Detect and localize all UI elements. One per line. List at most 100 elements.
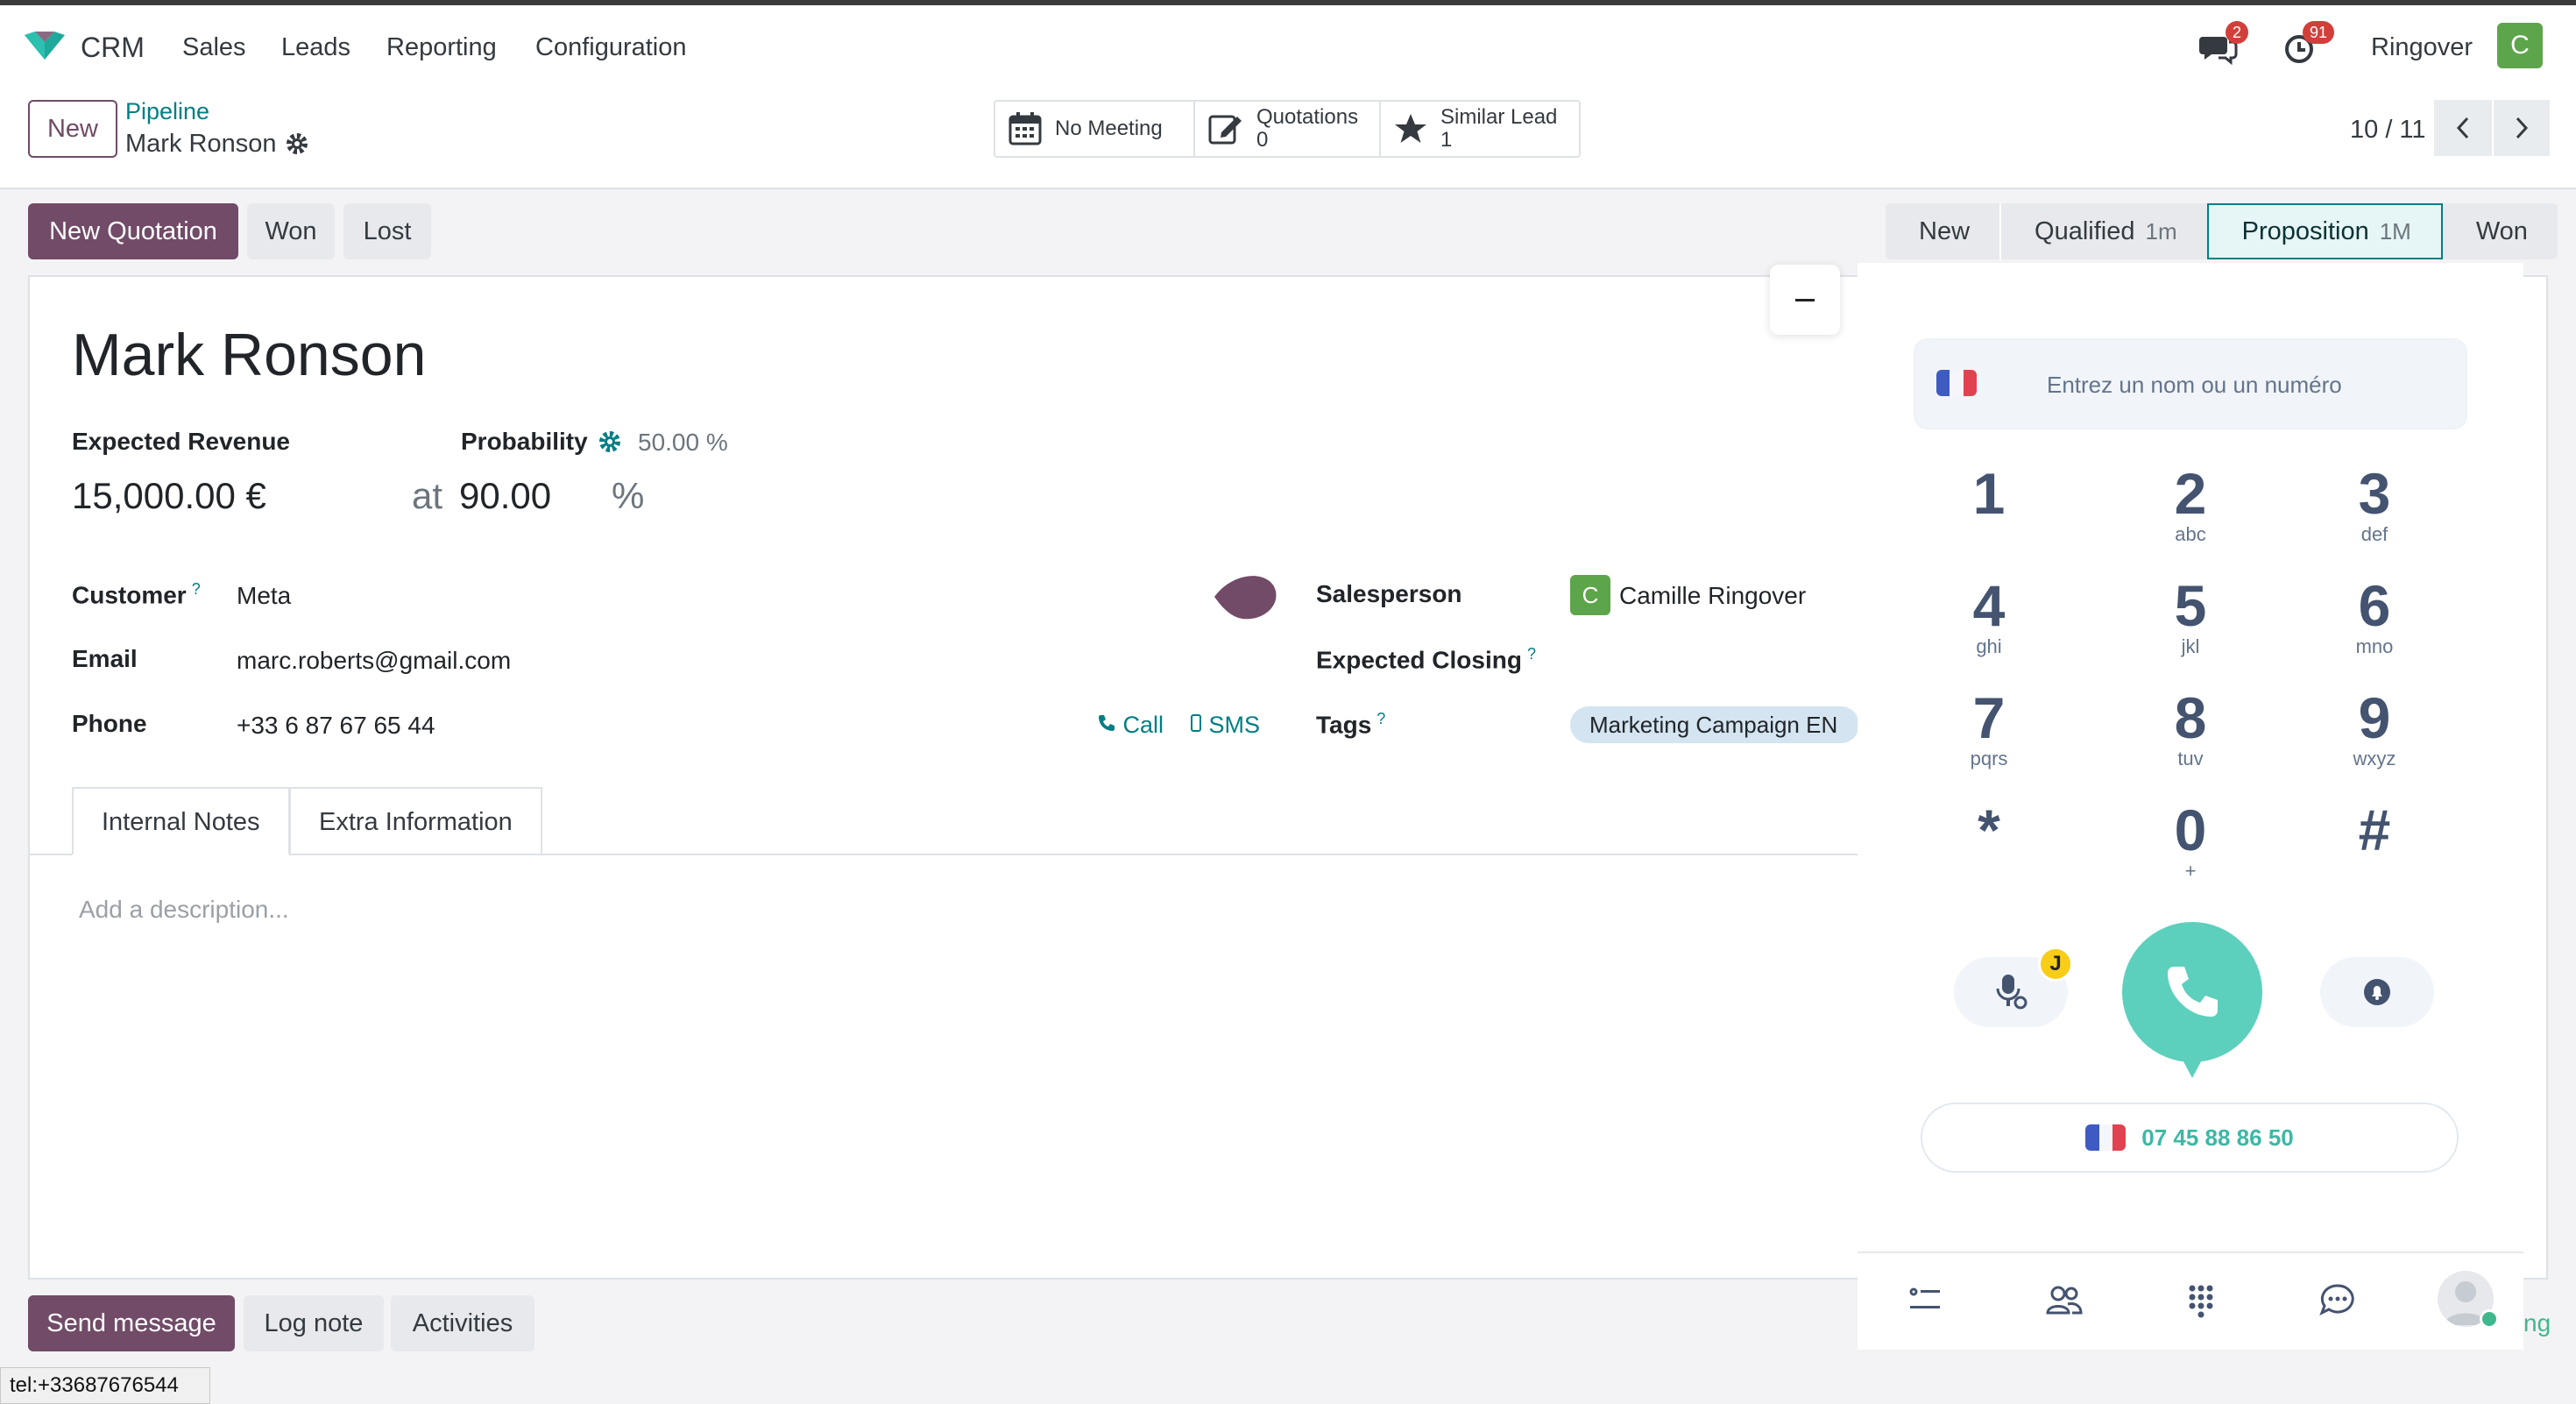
probability-gear-icon[interactable] [598, 429, 622, 454]
new-quotation-button[interactable]: New Quotation [28, 203, 238, 259]
probability-field[interactable]: 90.00 [459, 475, 551, 517]
mark-lost-button[interactable]: Lost [343, 203, 431, 259]
similar-lead-smart-button[interactable]: Similar Lead 1 [1381, 102, 1579, 156]
dial-key-hash[interactable]: # [2304, 799, 2445, 861]
customer-label: Customer? [72, 580, 201, 609]
stage-won-label: Won [2475, 217, 2528, 245]
stage-proposition-time: 1M [2379, 218, 2411, 245]
france-flag-icon[interactable] [1936, 370, 1977, 396]
user-name[interactable]: Ringover [2371, 33, 2473, 62]
tab-internal-notes[interactable]: Internal Notes [72, 787, 290, 855]
call-link[interactable]: Call [1097, 712, 1164, 739]
call-list-icon[interactable] [1907, 1281, 1945, 1320]
lead-title[interactable]: Mark Ronson [72, 321, 426, 389]
sms-label: SMS [1208, 712, 1261, 738]
menu-sales[interactable]: Sales [182, 33, 246, 62]
mobile-icon [1191, 714, 1201, 732]
stage-new[interactable]: New [1886, 203, 2000, 259]
priority-icon[interactable] [1213, 571, 1277, 622]
salesperson-field[interactable]: Camille Ringover [1619, 582, 1806, 610]
stage-statusbar: New Qualified 1m Proposition 1M Won [1886, 203, 2558, 259]
menu-leads[interactable]: Leads [281, 33, 350, 62]
new-record-button[interactable]: New [28, 100, 117, 158]
sms-link[interactable]: SMS [1190, 712, 1260, 739]
menu-reporting[interactable]: Reporting [386, 33, 497, 62]
activities-button[interactable]: Activities [391, 1295, 534, 1351]
dialer-search-input[interactable]: Entrez un nom ou un numéro [1914, 338, 2467, 429]
control-panel: New Pipeline Mark Ronson No Meeting Quot… [0, 86, 2576, 189]
description-field[interactable]: Add a description... [79, 896, 289, 924]
chevron-right-icon [2516, 117, 2529, 139]
star-icon [1395, 114, 1426, 143]
email-field[interactable]: marc.roberts@gmail.com [237, 647, 511, 675]
dialer-minimize-button[interactable] [1770, 265, 1840, 335]
bell-icon [2364, 979, 2390, 1005]
customer-field[interactable]: Meta [237, 582, 291, 610]
pager-previous-button[interactable] [2434, 100, 2492, 156]
chevron-left-icon [2456, 117, 2469, 139]
online-status-dot [2480, 1309, 2499, 1329]
phone-call-icon [2168, 967, 2218, 1017]
caller-number-selector[interactable]: 07 45 88 86 50 [1921, 1103, 2459, 1173]
app-name[interactable]: CRM [81, 32, 145, 64]
stage-won[interactable]: Won [2442, 203, 2558, 259]
dial-key-7[interactable]: 7 pqrs [1919, 687, 2059, 769]
dial-key-0[interactable]: 0 + [2120, 799, 2261, 882]
salesperson-label: Salesperson [1316, 580, 1462, 607]
expected-revenue-field[interactable]: 15,000.00 € [72, 475, 266, 517]
notifications-button[interactable] [2320, 957, 2434, 1027]
stage-qualified-label: Qualified [2035, 217, 2135, 245]
gear-icon[interactable] [285, 131, 309, 156]
mic-badge: J [2038, 947, 2073, 982]
log-note-button[interactable]: Log note [244, 1295, 384, 1351]
similar-lead-count: 1 [1440, 128, 1453, 152]
main-navbar: CRM Sales Leads Reporting Configuration … [0, 5, 2576, 86]
quotations-label: Quotations [1256, 105, 1359, 129]
dial-key-2[interactable]: 2 abc [2120, 463, 2261, 545]
quotations-count: 0 [1256, 128, 1269, 152]
chatter-cut-text: ng [2523, 1309, 2551, 1337]
quotations-smart-button[interactable]: Quotations 0 [1195, 102, 1381, 156]
user-avatar[interactable]: C [2497, 23, 2543, 68]
pager-next-button[interactable] [2492, 100, 2550, 156]
caller-number: 07 45 88 86 50 [2141, 1124, 2294, 1151]
probability-auto-value: 50.00 % [638, 429, 728, 456]
at-label: at [412, 475, 443, 516]
stage-proposition[interactable]: Proposition 1M [2206, 203, 2443, 259]
contacts-icon[interactable] [2045, 1281, 2084, 1320]
ringover-dialer: Entrez un nom ou un numéro 1 2 abc 3 def 4… [1858, 263, 2523, 1350]
stage-proposition-label: Proposition [2241, 217, 2369, 245]
call-button[interactable] [2122, 922, 2262, 1062]
breadcrumb-pipeline[interactable]: Pipeline [125, 98, 209, 125]
tab-extra-information[interactable]: Extra Information [289, 787, 542, 855]
meeting-smart-button[interactable]: No Meeting [995, 102, 1195, 156]
mark-won-button[interactable]: Won [247, 203, 335, 259]
meeting-label: No Meeting [1055, 117, 1163, 140]
tag-badge[interactable]: Marketing Campaign EN [1570, 706, 1859, 743]
dial-key-star[interactable]: * [1919, 799, 2059, 861]
menu-configuration[interactable]: Configuration [535, 33, 687, 62]
phone-field[interactable]: +33 6 87 67 65 44 [237, 712, 435, 740]
dial-key-3[interactable]: 3 def [2304, 463, 2445, 545]
chat-icon[interactable] [2318, 1281, 2357, 1320]
dial-key-4[interactable]: 4 ghi [1919, 575, 2059, 657]
dial-key-6[interactable]: 6 mno [2304, 575, 2445, 657]
dial-key-9[interactable]: 9 wxyz [2304, 687, 2445, 769]
dial-key-1[interactable]: 1 [1919, 463, 2059, 524]
probability-label: Probability [461, 428, 588, 455]
crm-logo-icon[interactable] [23, 28, 67, 63]
breadcrumb-current: Mark Ronson [125, 130, 277, 158]
stage-qualified[interactable]: Qualified 1m [1999, 203, 2207, 259]
dial-key-5[interactable]: 5 jkl [2120, 575, 2261, 657]
send-message-button[interactable]: Send message [28, 1295, 235, 1351]
tags-label: Tags? [1316, 710, 1386, 739]
pager-value[interactable]: 10 / 11 [2350, 116, 2426, 145]
keypad-icon[interactable] [2182, 1281, 2220, 1320]
stage-qualified-time: 1m [2145, 218, 2177, 245]
dial-key-8[interactable]: 8 tuv [2120, 687, 2261, 769]
messages-badge: 2 [2226, 21, 2249, 44]
microphone-settings-icon [1996, 975, 2028, 1010]
smart-buttons: No Meeting Quotations 0 Similar Lead 1 [994, 100, 1581, 158]
link-status-tooltip: tel:+33687676544 [0, 1367, 210, 1404]
minus-icon [1795, 298, 1815, 301]
